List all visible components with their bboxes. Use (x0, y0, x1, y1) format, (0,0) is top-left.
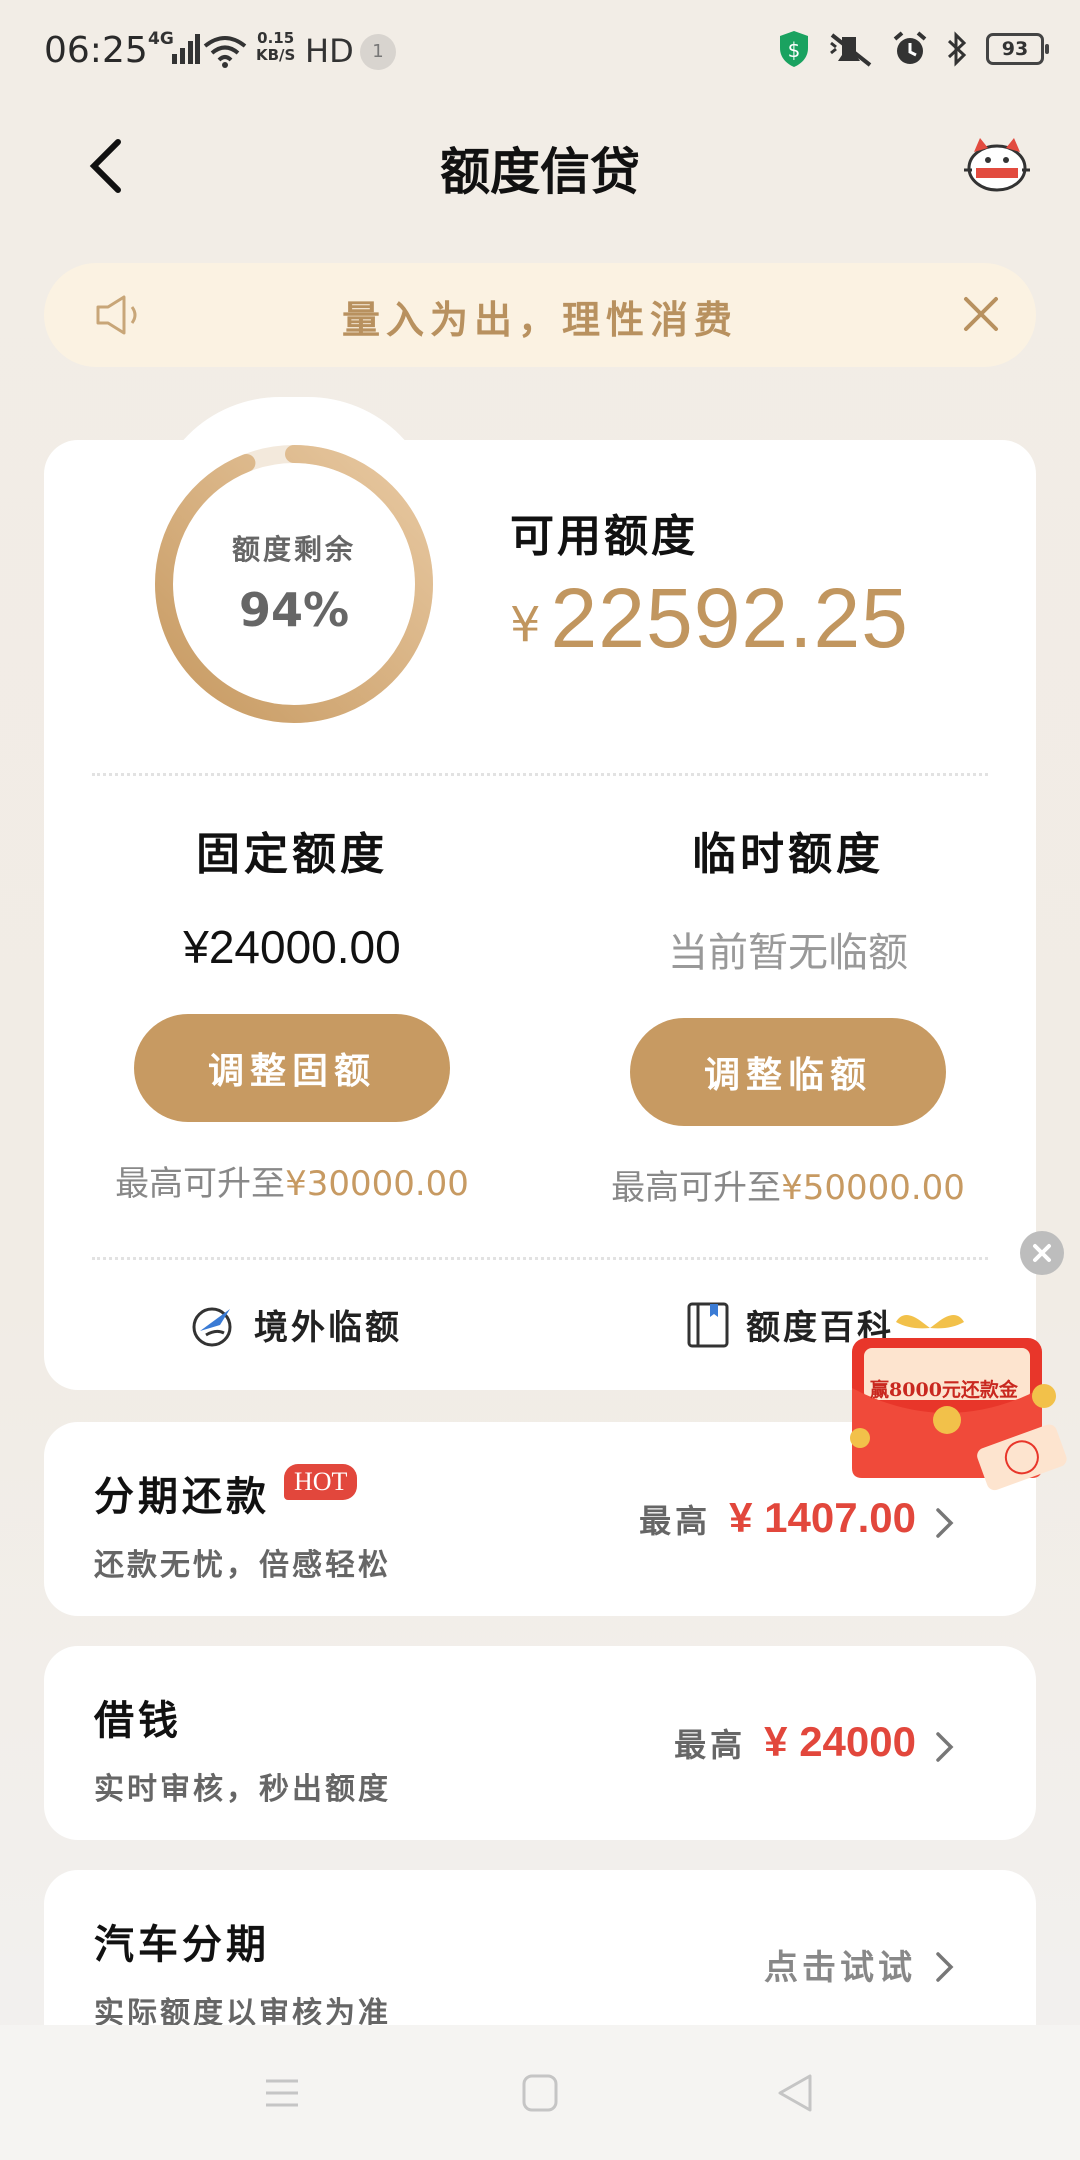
chevron-right-icon (936, 1732, 954, 1762)
chevron-right-icon (936, 1952, 954, 1982)
fixed-limit-title: 固定额度 (196, 829, 388, 880)
book-icon (687, 1302, 729, 1347)
service-amount-group: 最高 ¥ 1407.00 (639, 1494, 916, 1542)
menu-icon[interactable] (262, 2073, 302, 2113)
close-icon[interactable] (960, 293, 1002, 335)
speed-unit: KB/S (256, 46, 296, 64)
amount-value: ¥ 1407.00 (729, 1494, 916, 1541)
borrow-card[interactable]: 借钱 实时审核，秒出额度 最高 ¥ 24000 (44, 1646, 1036, 1840)
alarm-icon (893, 31, 927, 64)
promo-text: 赢8000元还款金 (870, 1379, 1018, 1401)
divider (92, 773, 988, 776)
wifi-icon (203, 36, 247, 68)
divider (92, 1257, 988, 1260)
amount-prefix: 最高 (639, 1502, 712, 1540)
mascot-icon[interactable] (962, 132, 1032, 196)
shield-dollar-icon: $ (780, 31, 808, 67)
max-prefix: 最高可升至 (611, 1168, 782, 1208)
max-prefix: 最高可升至 (115, 1164, 286, 1204)
car-installment-card[interactable]: 汽车分期 实际额度以审核为准 点击试试 (44, 1870, 1036, 2050)
navigation-bar (0, 2025, 1080, 2160)
fixed-limit-column: 固定额度 ¥24000.00 调整固额 最高可升至¥30000.00 (82, 818, 502, 1205)
notice-banner: 量入为出，理性消费 (44, 263, 1036, 367)
plane-globe-icon (192, 1307, 232, 1346)
available-currency: ¥ (510, 597, 541, 653)
temporary-limit-max: 最高可升至¥50000.00 (578, 1160, 998, 1209)
fixed-limit-value: ¥24000.00 (183, 921, 401, 973)
home-square-icon[interactable] (521, 2073, 559, 2113)
service-amount-group: 最高 ¥ 24000 (674, 1718, 916, 1766)
page-title: 额度信贷 (440, 142, 640, 201)
service-title: 汽车分期 (94, 1921, 270, 1968)
red-envelope-promo[interactable] (830, 1308, 1070, 1498)
hot-badge: HOT (284, 1464, 358, 1500)
notification-count: 1 (360, 34, 396, 70)
service-title: 分期还款 (94, 1473, 270, 1520)
header: 额度信贷 (0, 120, 1080, 210)
temporary-limit-value: 当前暂无临额 (668, 930, 908, 976)
temporary-limit-column: 临时额度 当前暂无临额 调整临额 最高可升至¥50000.00 (578, 818, 998, 1209)
signal-icon (172, 34, 200, 64)
speed-value: 0.15 (257, 29, 295, 47)
remaining-label: 额度剩余 (231, 533, 356, 566)
overseas-limit-label: 境外临额 (254, 1308, 402, 1348)
available-label: 可用额度 (510, 511, 698, 562)
notice-text: 量入为出，理性消费 (341, 297, 738, 342)
status-bar: 06:25 4G 0.15 KB/S HD 1 $ 93 (0, 0, 1080, 105)
battery-indicator: 93 (986, 33, 1049, 65)
amount-value: ¥ 24000 (764, 1718, 916, 1765)
status-time: 06:25 (44, 30, 148, 71)
status-right: $ 93 (778, 30, 1049, 68)
service-action: 点击试试 (764, 1948, 916, 1988)
temporary-limit-title: 临时额度 (692, 829, 884, 880)
mute-icon (830, 33, 872, 67)
network-speed: 0.15 KB/S (256, 30, 295, 64)
promo-close-button[interactable] (1020, 1231, 1064, 1275)
service-subtitle: 还款无忧，倍感轻松 (94, 1548, 391, 1583)
close-icon (1033, 1244, 1051, 1262)
service-action-group: 点击试试 (764, 1940, 916, 1989)
remaining-percent: 94% (238, 583, 350, 637)
svg-text:$: $ (788, 38, 801, 62)
available-amount: ¥22592.25 (510, 570, 909, 667)
fixed-limit-max: 最高可升至¥30000.00 (82, 1156, 502, 1205)
network-type: 4G (148, 29, 174, 49)
chevron-right-icon (936, 1508, 954, 1538)
max-value: ¥50000.00 (781, 1168, 965, 1208)
amount-prefix: 最高 (674, 1726, 747, 1764)
max-value: ¥30000.00 (285, 1164, 469, 1204)
service-subtitle: 实时审核，秒出额度 (94, 1772, 391, 1807)
overseas-limit-link[interactable]: 境外临额 (190, 1300, 402, 1349)
back-triangle-icon[interactable] (775, 2071, 815, 2115)
service-title: 借钱 (94, 1697, 182, 1744)
bluetooth-icon (947, 31, 967, 67)
available-value: 22592.25 (550, 571, 909, 665)
hd-indicator: HD (305, 32, 354, 70)
adjust-temporary-limit-button[interactable]: 调整临额 (630, 1018, 946, 1126)
adjust-fixed-limit-button[interactable]: 调整固额 (134, 1014, 450, 1122)
